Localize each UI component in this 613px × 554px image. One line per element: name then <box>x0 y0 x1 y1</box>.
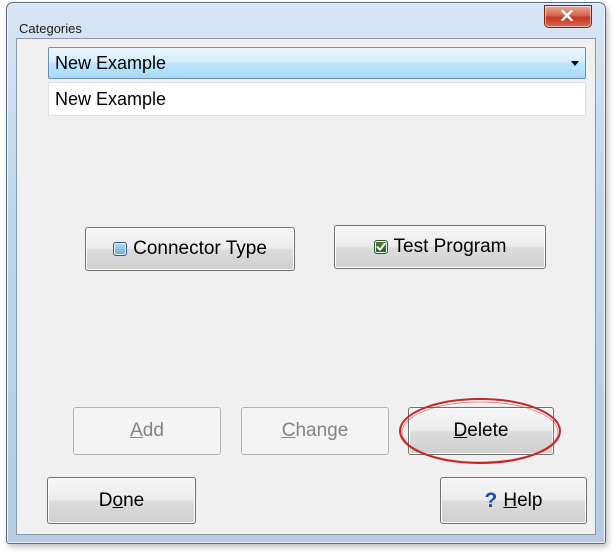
close-icon <box>561 10 573 21</box>
checkbox-checked-icon <box>373 240 388 254</box>
category-name-value: New Example <box>55 89 167 109</box>
chevron-down-icon[interactable] <box>571 61 579 66</box>
title-bar[interactable]: Categories <box>7 3 605 39</box>
close-button[interactable] <box>544 5 592 28</box>
checkmark-icon <box>376 242 386 251</box>
done-mnemonic: o <box>112 489 124 511</box>
change-button[interactable]: Change <box>241 407 389 455</box>
delete-label-rest: elete <box>467 420 509 441</box>
add-button[interactable]: Add <box>73 407 221 455</box>
categories-dialog: Categories New Example New Example Conne… <box>6 2 606 544</box>
help-label-rest: elp <box>517 489 543 511</box>
checkbox-unchecked-icon <box>113 242 128 256</box>
help-mnemonic: H <box>503 489 518 511</box>
add-mnemonic: A <box>130 420 143 441</box>
delete-button[interactable]: Delete <box>408 407 554 455</box>
done-button[interactable]: Do ne <box>47 477 196 524</box>
change-label-rest: hange <box>295 420 349 441</box>
category-dropdown-value: New Example <box>55 53 167 73</box>
window-title: Categories <box>19 21 82 36</box>
test-program-label: Test Program <box>393 236 507 257</box>
done-label-rest: ne <box>123 489 145 511</box>
help-button[interactable]: ? Help <box>440 477 587 524</box>
add-label-rest: dd <box>142 420 164 441</box>
dialog-client-area: New Example New Example Connector Type T… <box>16 38 596 535</box>
connector-type-toggle[interactable]: Connector Type <box>85 227 295 271</box>
change-mnemonic: C <box>281 420 296 441</box>
help-question-icon: ? <box>484 488 498 512</box>
test-program-toggle[interactable]: Test Program <box>334 225 546 269</box>
done-label-start: D <box>98 489 113 511</box>
category-dropdown[interactable]: New Example <box>48 47 586 79</box>
category-name-field[interactable]: New Example <box>48 82 586 116</box>
connector-type-label: Connector Type <box>133 238 267 259</box>
delete-mnemonic: D <box>453 420 468 441</box>
